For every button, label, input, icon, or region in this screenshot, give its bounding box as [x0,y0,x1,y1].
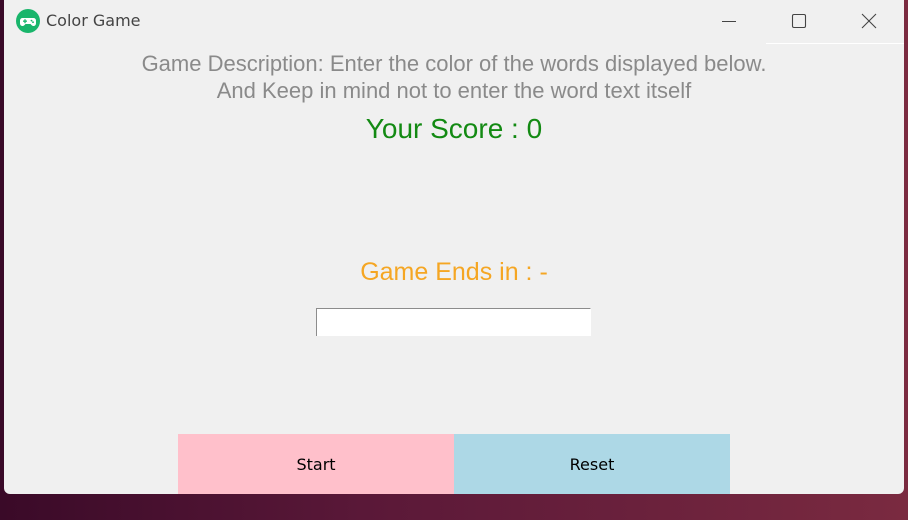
minimize-button[interactable] [694,0,764,42]
game-description: Game Description: Enter the color of the… [4,50,904,104]
reset-button[interactable]: Reset [454,434,730,494]
maximize-icon [791,13,807,29]
description-line-1: Game Description: Enter the color of the… [141,51,767,76]
score-label: Your Score : 0 [365,113,543,144]
title-divider [766,43,904,44]
app-window: Color Game Game Description: Enter the c… [4,0,904,494]
gamepad-icon [16,9,40,33]
maximize-button[interactable] [764,0,834,42]
color-entry-input[interactable] [316,308,591,336]
timer-label: Game Ends in : - [360,258,548,286]
minimize-icon [722,21,736,22]
description-line-2: And Keep in mind not to enter the word t… [216,78,692,103]
close-icon [861,13,877,29]
window-title: Color Game [46,11,141,30]
start-button[interactable]: Start [178,434,454,494]
title-bar[interactable]: Color Game [4,0,904,42]
close-button[interactable] [834,0,904,42]
